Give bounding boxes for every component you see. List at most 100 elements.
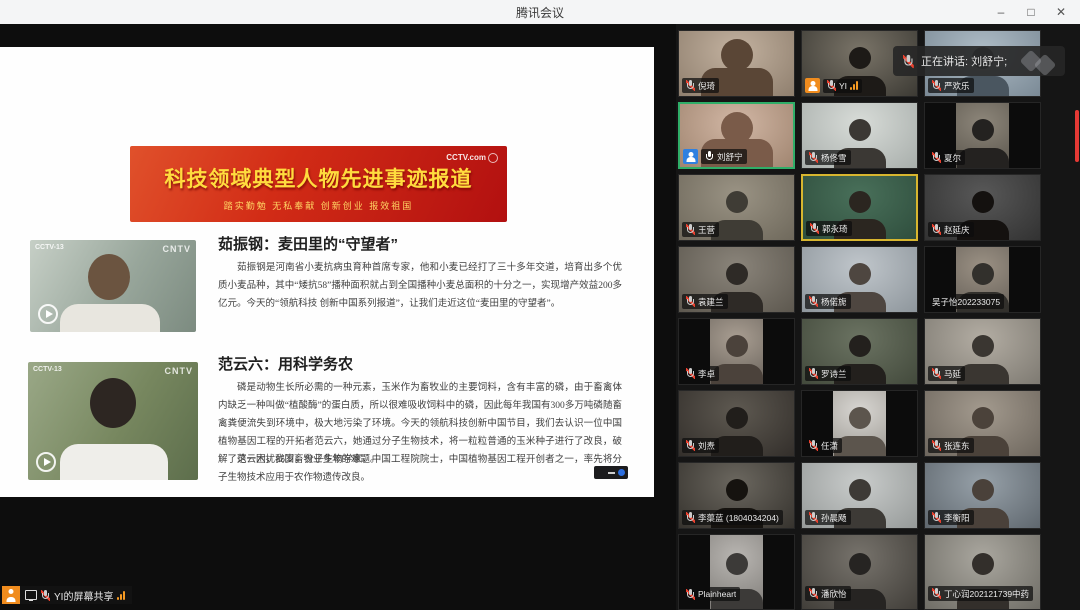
participant-tile[interactable]: 赵延庆: [924, 174, 1041, 241]
participant-name: 赵延庆: [944, 224, 970, 236]
participant-name: 吴子怡202233075: [932, 296, 1000, 308]
screen-icon: [25, 590, 37, 600]
participant-name: YI: [839, 81, 847, 91]
mic-muted-icon: [810, 223, 819, 234]
person-silhouette: [88, 254, 130, 300]
participant-tile[interactable]: 潘欣怡: [801, 534, 918, 610]
participant-name: 王营: [698, 224, 715, 236]
cntv-watermark: CNTV: [165, 366, 194, 376]
mic-muted-icon: [932, 224, 941, 235]
participant-tile[interactable]: Plainheart: [678, 534, 795, 610]
mic-muted-icon: [809, 368, 818, 379]
participant-tile[interactable]: 马延: [924, 318, 1041, 385]
participant-name: 张连东: [944, 440, 970, 452]
presenter-icon: [2, 586, 20, 604]
speaking-notification-text: 正在讲话: 刘舒宁;: [921, 53, 1007, 69]
participant-tile[interactable]: 任潇: [801, 390, 918, 457]
participant-name: 李卓: [698, 368, 715, 380]
mic-muted-icon: [932, 512, 941, 523]
mic-muted-icon: [903, 54, 914, 67]
news-banner: CCTV.com 科技领域典型人物先进事迹报道 踏实勤勉 无私奉献 创新创业 报…: [130, 146, 507, 222]
person-silhouette: [60, 304, 160, 332]
grid-scrollbar[interactable]: [1075, 110, 1079, 162]
mic-muted-icon: [827, 80, 836, 91]
cntv-watermark: CNTV: [163, 244, 192, 254]
close-button[interactable]: ✕: [1046, 0, 1076, 24]
help-icon: [618, 469, 625, 476]
article2-title: 范云六：用科学务农: [218, 353, 353, 374]
article1-paragraph: 茹振钢是河南省小麦抗病虫育种首席专家，他和小麦已经打了三十多年交道，培育出多个优…: [218, 259, 622, 313]
participant-tile-active-speaker[interactable]: 刘舒宁: [678, 102, 795, 169]
participant-tile[interactable]: 李衡阳: [924, 462, 1041, 529]
participant-name: 夏尔: [944, 152, 961, 164]
participant-name: 郭永琦: [822, 223, 848, 235]
participant-name: 袁建兰: [698, 296, 724, 308]
person-silhouette: [90, 378, 136, 428]
signal-bars-icon: [117, 591, 125, 600]
minimize-button[interactable]: –: [986, 0, 1016, 24]
screen-share-indicator[interactable]: YI的屏幕共享: [2, 586, 132, 604]
mic-muted-icon: [809, 152, 818, 163]
article1-video-thumbnail[interactable]: CCTV-13 CNTV: [30, 240, 196, 332]
participant-name: 杨佟雪: [821, 152, 847, 164]
article1-title: 茹振钢：麦田里的“守望者”: [218, 233, 398, 254]
channel-label: CCTV-13: [33, 366, 62, 373]
shared-document[interactable]: CCTV.com 科技领域典型人物先进事迹报道 踏实勤勉 无私奉献 创新创业 报…: [0, 47, 654, 497]
participant-tile[interactable]: 倪琦: [678, 30, 795, 97]
video-controls-widget[interactable]: [594, 466, 628, 479]
participant-tile[interactable]: 夏尔: [924, 102, 1041, 169]
participant-name: 马延: [944, 368, 961, 380]
participant-name: 刘焘: [698, 440, 715, 452]
person-silhouette: [60, 444, 168, 480]
participant-name: 李衡阳: [944, 512, 970, 524]
participant-tile[interactable]: 刘焘: [678, 390, 795, 457]
meeting-window: 腾讯会议 – □ ✕ CCTV.com 科技领域典型人物先进事迹报道 踏实勤勉 …: [0, 0, 1080, 610]
window-title: 腾讯会议: [516, 4, 564, 21]
mic-muted-icon: [809, 588, 818, 599]
minimize-widget-icon: [608, 472, 615, 474]
participant-name: Plainheart: [698, 589, 736, 599]
participant-name: 罗诗兰: [821, 368, 847, 380]
mic-muted-icon: [809, 440, 818, 451]
participant-name: 任潇: [821, 440, 838, 452]
mic-muted-icon: [686, 368, 695, 379]
mic-on-icon: [705, 151, 714, 162]
participant-name: 倪琦: [698, 80, 715, 92]
participant-tile[interactable]: 王营: [678, 174, 795, 241]
participant-tile[interactable]: 杨佟雪: [801, 102, 918, 169]
participant-tile[interactable]: 张连东: [924, 390, 1041, 457]
mic-muted-icon: [932, 80, 941, 91]
mic-muted-icon: [686, 224, 695, 235]
participant-tile[interactable]: 杨偌旎: [801, 246, 918, 313]
participant-tile[interactable]: 李蕖蓝 (1804034204): [678, 462, 795, 529]
participant-tile[interactable]: 李卓: [678, 318, 795, 385]
mic-muted-icon: [809, 296, 818, 307]
play-icon[interactable]: [36, 452, 56, 472]
speaking-notification: 正在讲话: 刘舒宁;: [893, 46, 1065, 76]
mic-muted-icon: [686, 589, 695, 600]
participant-name: 李蕖蓝 (1804034204): [698, 512, 779, 524]
participant-name: 孙晨飏: [821, 512, 847, 524]
play-icon[interactable]: [38, 304, 58, 324]
participant-name: 丁心润202121739中药: [944, 588, 1029, 600]
window-titlebar: 腾讯会议 – □ ✕: [0, 0, 1080, 25]
article2-video-thumbnail[interactable]: CCTV-13 CNTV: [28, 362, 198, 480]
participant-name: 潘欣怡: [821, 588, 847, 600]
participant-tile-selected[interactable]: 郭永琦: [801, 174, 918, 241]
signal-bars-icon: [850, 81, 858, 90]
participant-tile[interactable]: 丁心润202121739中药: [924, 534, 1041, 610]
participant-tile[interactable]: 袁建兰: [678, 246, 795, 313]
maximize-button[interactable]: □: [1016, 0, 1046, 24]
mic-muted-icon: [686, 80, 695, 91]
participant-name: 严欢乐: [944, 80, 970, 92]
mic-muted-icon: [686, 440, 695, 451]
article2-paragraph: 范云六，85岁，分子生物学家，中国工程院院士，中国植物基因工程开创者之一，率先将…: [218, 451, 622, 487]
mic-muted-icon: [686, 296, 695, 307]
banner-subtitle: 踏实勤勉 无私奉献 创新创业 报效祖国: [130, 199, 507, 212]
participant-tile[interactable]: 吴子怡202233075: [924, 246, 1041, 313]
mic-muted-icon: [41, 590, 50, 601]
participant-tile[interactable]: 罗诗兰: [801, 318, 918, 385]
participant-tile[interactable]: 孙晨飏: [801, 462, 918, 529]
mic-muted-icon: [932, 152, 941, 163]
mic-muted-icon: [809, 512, 818, 523]
